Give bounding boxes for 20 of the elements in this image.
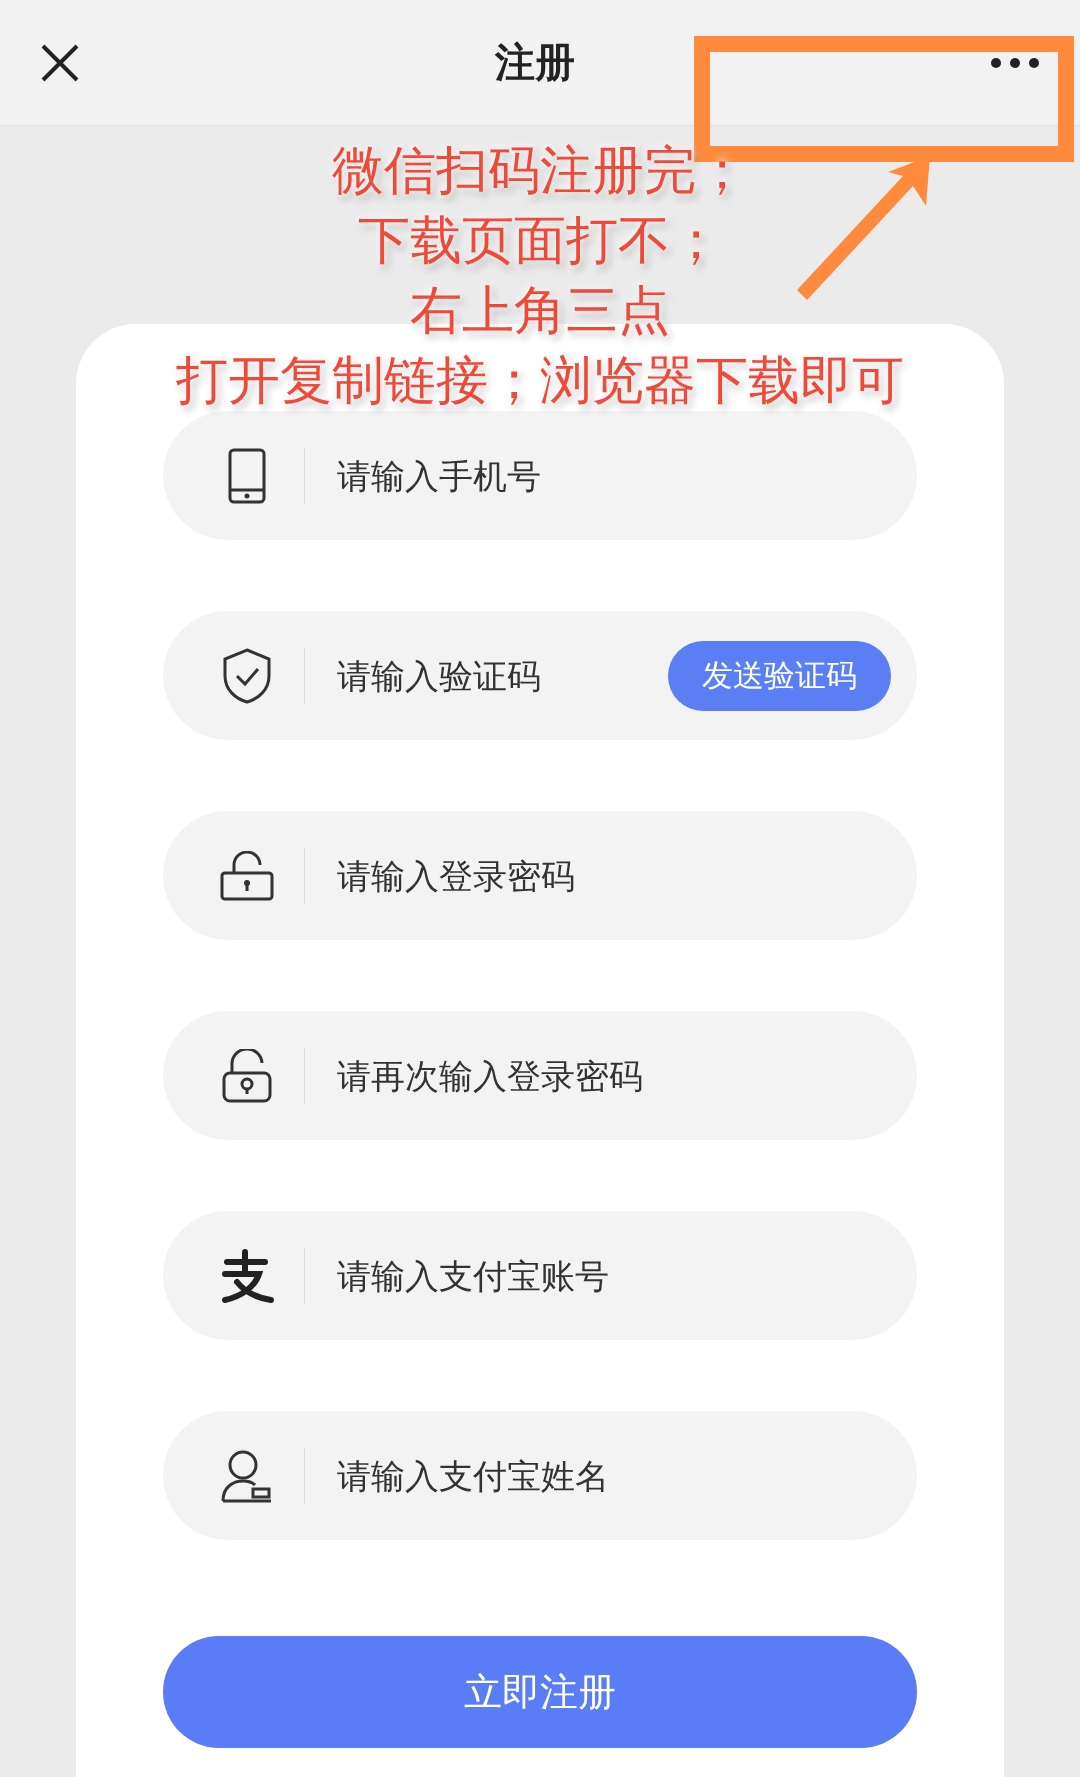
input-field[interactable]: 请输入支付宝账号 (335, 1254, 891, 1297)
unlocked-padlock-icon (222, 1048, 272, 1103)
more-icon[interactable] (990, 56, 1040, 69)
input-field[interactable]: 请输入验证码 (335, 654, 668, 697)
alipay-icon (219, 1247, 275, 1304)
annotation-text: 下载页面打不； (358, 210, 722, 270)
phone-icon (228, 447, 266, 504)
page-title: 注册 (495, 38, 575, 87)
input-field[interactable]: 请输入登录密码 (335, 854, 891, 897)
input-field[interactable]: 请输入支付宝姓名 (335, 1454, 891, 1497)
register-button[interactable]: 立即注册 (163, 1636, 917, 1748)
shield-check-icon (222, 647, 272, 704)
user-card-icon (221, 1448, 273, 1503)
annotation-text: 打开复制链接；浏览器下载即可 (176, 350, 904, 410)
annotation-text: 右上角三点 (410, 280, 670, 340)
input-field[interactable]: 请再次输入登录密码 (335, 1054, 891, 1097)
unlocked-padlock-icon (220, 850, 274, 901)
input-field[interactable]: 请输入手机号 (335, 454, 891, 497)
close-icon[interactable] (40, 42, 80, 83)
send-code-button[interactable]: 发送验证码 (668, 640, 891, 711)
